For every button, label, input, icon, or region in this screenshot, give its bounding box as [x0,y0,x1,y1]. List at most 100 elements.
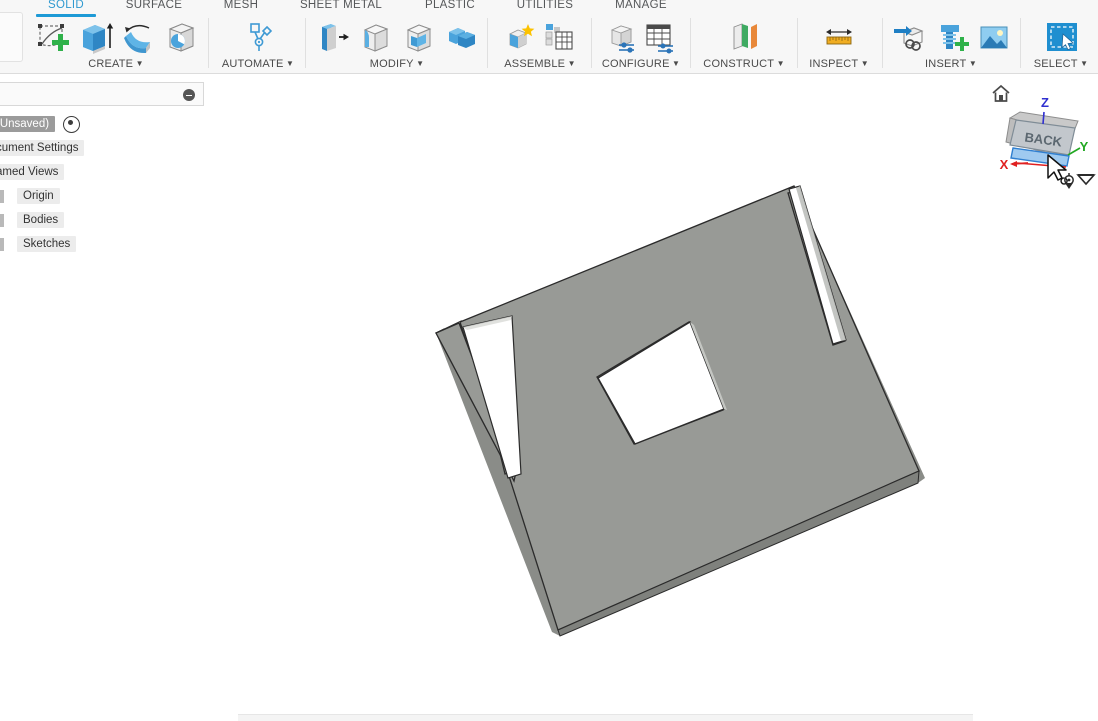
tree-item-named-views-label: amed Views [0,164,65,180]
plate-body[interactable] [435,185,925,637]
visibility-toggle-icon[interactable] [63,115,81,133]
tree-item-document-label: (Unsaved) [0,116,56,132]
automate-icon[interactable] [238,18,278,56]
construct-caret-icon[interactable]: ▼ [774,59,785,68]
assemble-label: ASSEMBLE [504,58,566,70]
browser-tree: (Unsaved) cument Settings amed Views Ori… [0,112,204,256]
axis-label-y: Y [1080,139,1089,154]
tab-utilities[interactable]: UTILITIES [498,0,592,11]
ribbon-group-inspect: INSPECT ▼ [800,16,878,70]
insert-derive-icon[interactable] [888,18,928,56]
construct-label: CONSTRUCT [703,58,775,70]
ribbon-separator [797,18,798,68]
automate-label: AUTOMATE [221,58,284,70]
collapse-minus-icon[interactable] [183,89,195,101]
tree-item-sketches-label: Sketches [17,236,77,252]
tree-indent-bar [0,213,4,227]
fusion360-window: SOLID SURFACE MESH SHEET METAL PLASTIC U… [0,0,1098,721]
tab-plastic-label: PLASTIC [424,0,476,11]
home-icon[interactable] [992,84,1010,102]
offset-plane-icon[interactable] [724,18,764,56]
fillet-icon[interactable] [356,18,396,56]
create-caret-icon[interactable]: ▼ [133,59,144,68]
insert-canvas-icon[interactable] [974,18,1014,56]
modify-caret-icon[interactable]: ▼ [414,59,425,68]
ribbon-group-assemble-label: ASSEMBLE ▼ [492,58,588,70]
tab-manage[interactable]: MANAGE [597,0,685,11]
tree-item-sketches[interactable]: Sketches [0,232,204,256]
new-sketch-icon[interactable] [32,18,72,56]
ribbon-group-select-label: SELECT ▼ [1024,58,1098,70]
tree-item-document[interactable]: (Unsaved) [0,112,204,136]
ribbon-group-assemble: ASSEMBLE ▼ [492,16,588,70]
insert-label: INSERT [925,58,967,70]
ribbon-group-inspect-label: INSPECT ▼ [800,58,878,70]
press-pull-icon[interactable] [313,18,353,56]
tree-item-bodies[interactable]: Bodies [0,208,204,232]
select-label: SELECT [1033,58,1078,70]
browser-panel: (Unsaved) cument Settings amed Views Ori… [0,82,204,262]
select-caret-icon[interactable]: ▼ [1078,59,1089,68]
hole-icon[interactable] [161,18,201,56]
configure-caret-icon[interactable]: ▼ [670,59,681,68]
tab-utilities-label: UTILITIES [516,0,574,11]
axis-label-z: Z [1041,95,1049,110]
insert-caret-icon[interactable]: ▼ [966,59,977,68]
viewcube-dropdown-icon[interactable] [1076,174,1096,186]
measure-icon[interactable] [819,18,859,56]
tree-item-document-settings[interactable]: cument Settings [0,136,204,160]
ribbon-separator [1020,18,1021,68]
combine-icon[interactable] [442,18,482,56]
tab-surface[interactable]: SURFACE [114,0,194,11]
tab-plastic[interactable]: PLASTIC [406,0,494,11]
tab-solid-label: SOLID [47,0,84,11]
timeline-bar[interactable] [238,714,973,721]
configure-table-icon[interactable] [643,18,677,56]
insert-mcmaster-icon[interactable] [931,18,971,56]
ribbon-separator [208,18,209,68]
revolve-icon[interactable] [118,18,158,56]
create-label: CREATE [88,58,134,70]
joint-table-icon[interactable] [542,18,576,56]
model-canvas[interactable] [204,75,1098,721]
ribbon-left-stub [0,12,23,62]
viewcube[interactable]: BACK [1005,111,1079,167]
inspect-caret-icon[interactable]: ▼ [858,59,869,68]
ribbon-separator [305,18,306,68]
ribbon-toolbar: SOLID SURFACE MESH SHEET METAL PLASTIC U… [0,0,1098,74]
ribbon-group-automate-label: AUTOMATE ▼ [212,58,304,70]
configure-model-icon[interactable] [606,18,640,56]
extrude-icon[interactable] [75,18,115,56]
new-component-icon[interactable] [505,18,539,56]
inspect-label: INSPECT [809,58,859,70]
ribbon-tab-row: SOLID SURFACE MESH SHEET METAL PLASTIC U… [0,0,1098,17]
tree-item-bodies-label: Bodies [17,212,65,228]
ribbon-group-insert-label: INSERT ▼ [886,58,1016,70]
ribbon-group-construct-label: CONSTRUCT ▼ [694,58,794,70]
ribbon-group-construct: CONSTRUCT ▼ [694,16,794,70]
tree-item-named-views[interactable]: amed Views [0,160,204,184]
cad-model-viewport[interactable] [204,75,1098,721]
tree-item-origin[interactable]: Origin [0,184,204,208]
tab-mesh[interactable]: MESH [204,0,278,11]
tab-mesh-label: MESH [223,0,259,11]
ribbon-group-configure-label: CONFIGURE ▼ [594,58,688,70]
select-window-icon[interactable] [1041,18,1081,56]
ribbon-group-create-label: CREATE ▼ [28,58,204,70]
modify-label: MODIFY [369,58,414,70]
orbit-icon[interactable] [1064,173,1074,189]
shell-icon[interactable] [399,18,439,56]
ribbon-group-configure: CONFIGURE ▼ [594,16,688,70]
ribbon-group-select: SELECT ▼ [1024,16,1098,70]
axis-label-x: X [1000,157,1009,172]
assemble-caret-icon[interactable]: ▼ [565,59,576,68]
tab-sheet-metal[interactable]: SHEET METAL [285,0,397,11]
ribbon-group-modify: MODIFY ▼ [308,16,486,70]
tree-item-origin-label: Origin [17,188,60,204]
tree-item-document-settings-label: cument Settings [0,140,85,156]
ribbon-group-automate: AUTOMATE ▼ [212,16,304,70]
automate-caret-icon[interactable]: ▼ [284,59,295,68]
browser-panel-header [0,82,204,106]
tree-indent-bar [0,189,4,203]
tab-solid[interactable]: SOLID [30,0,102,17]
